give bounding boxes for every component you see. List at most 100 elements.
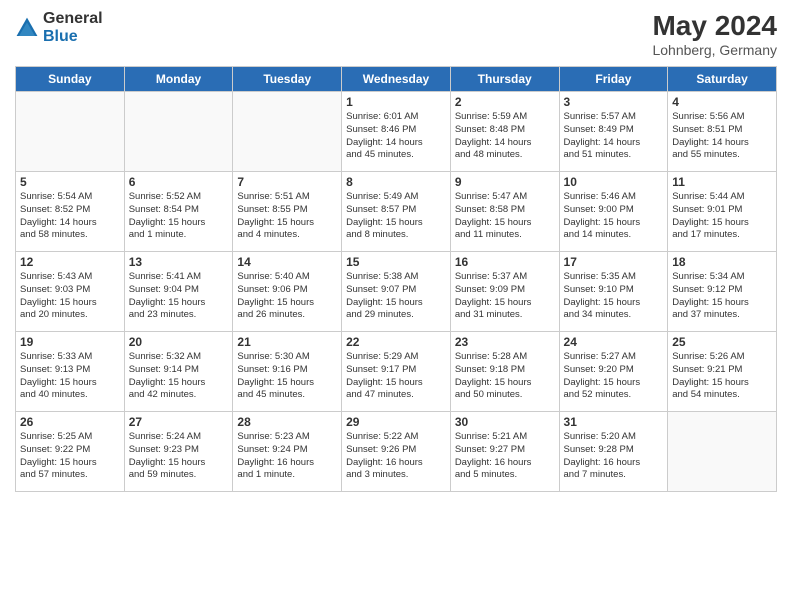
day-number: 12: [20, 255, 120, 269]
calendar-cell: 31 Sunrise: 5:20 AMSunset: 9:28 PMDayligh…: [559, 412, 668, 492]
day-number: 14: [237, 255, 337, 269]
day-info: Sunrise: 5:28 AMSunset: 9:18 PMDaylight:…: [455, 351, 555, 402]
calendar-week-row: 5Sunrise: 5:54 AMSunset: 8:52 PMDaylight…: [16, 172, 777, 252]
location: Lohnberg, Germany: [652, 42, 777, 58]
day-number: 16: [455, 255, 555, 269]
day-info: Sunrise: 5:41 AMSunset: 9:04 PMDaylight:…: [129, 271, 229, 322]
day-number: 2: [455, 95, 555, 109]
calendar-cell: 28 Sunrise: 5:23 AMSunset: 9:24 PMDayligh…: [233, 412, 342, 492]
calendar-cell: 21Sunrise: 5:30 AMSunset: 9:16 PMDayligh…: [233, 332, 342, 412]
day-info: Sunrise: 5:23 AMSunset: 9:24 PMDaylight:…: [237, 431, 337, 482]
day-info: Sunrise: 5:20 AMSunset: 9:28 PMDaylight:…: [564, 431, 664, 482]
day-info: Sunrise: 6:01 AMSunset: 8:46 PMDaylight:…: [346, 111, 446, 162]
day-number: 31: [564, 415, 664, 429]
logo: General Blue: [15, 10, 103, 45]
day-number: 29: [346, 415, 446, 429]
day-info: Sunrise: 5:43 AMSunset: 9:03 PMDaylight:…: [20, 271, 120, 322]
calendar-cell: 15Sunrise: 5:38 AMSunset: 9:07 PMDayligh…: [342, 252, 451, 332]
calendar-cell: 12 Sunrise: 5:43 AMSunset: 9:03 PMDayligh…: [16, 252, 125, 332]
calendar-cell: 14 Sunrise: 5:40 AMSunset: 9:06 PMDayligh…: [233, 252, 342, 332]
day-info: Sunrise: 5:56 AMSunset: 8:51 PMDaylight:…: [672, 111, 772, 162]
day-info: Sunrise: 5:47 AMSunset: 8:58 PMDaylight:…: [455, 191, 555, 242]
calendar-cell: [124, 92, 233, 172]
calendar-cell: 5Sunrise: 5:54 AMSunset: 8:52 PMDaylight…: [16, 172, 125, 252]
calendar-cell: 24 Sunrise: 5:27 AMSunset: 9:20 PMDayligh…: [559, 332, 668, 412]
calendar-cell: 19Sunrise: 5:33 AMSunset: 9:13 PMDayligh…: [16, 332, 125, 412]
day-info: Sunrise: 5:27 AMSunset: 9:20 PMDaylight:…: [564, 351, 664, 402]
weekday-header-friday: Friday: [559, 67, 668, 92]
calendar-week-row: 1 Sunrise: 6:01 AMSunset: 8:46 PMDaylight…: [16, 92, 777, 172]
calendar-cell: [16, 92, 125, 172]
day-number: 7: [237, 175, 337, 189]
day-info: Sunrise: 5:49 AMSunset: 8:57 PMDaylight:…: [346, 191, 446, 242]
calendar-cell: 8 Sunrise: 5:49 AMSunset: 8:57 PMDaylight…: [342, 172, 451, 252]
calendar-cell: 23 Sunrise: 5:28 AMSunset: 9:18 PMDayligh…: [450, 332, 559, 412]
day-number: 9: [455, 175, 555, 189]
day-number: 25: [672, 335, 772, 349]
day-info: Sunrise: 5:52 AMSunset: 8:54 PMDaylight:…: [129, 191, 229, 242]
day-number: 28: [237, 415, 337, 429]
day-info: Sunrise: 5:22 AMSunset: 9:26 PMDaylight:…: [346, 431, 446, 482]
day-number: 20: [129, 335, 229, 349]
day-info: Sunrise: 5:34 AMSunset: 9:12 PMDaylight:…: [672, 271, 772, 322]
calendar-week-row: 26 Sunrise: 5:25 AMSunset: 9:22 PMDayligh…: [16, 412, 777, 492]
day-info: Sunrise: 5:26 AMSunset: 9:21 PMDaylight:…: [672, 351, 772, 402]
day-info: Sunrise: 5:30 AMSunset: 9:16 PMDaylight:…: [237, 351, 337, 402]
calendar-page: General Blue May 2024 Lohnberg, Germany …: [0, 0, 792, 612]
day-number: 11: [672, 175, 772, 189]
day-info: Sunrise: 5:33 AMSunset: 9:13 PMDaylight:…: [20, 351, 120, 402]
day-info: Sunrise: 5:40 AMSunset: 9:06 PMDaylight:…: [237, 271, 337, 322]
calendar-cell: 13 Sunrise: 5:41 AMSunset: 9:04 PMDayligh…: [124, 252, 233, 332]
day-number: 4: [672, 95, 772, 109]
calendar-cell: 17 Sunrise: 5:35 AMSunset: 9:10 PMDayligh…: [559, 252, 668, 332]
day-number: 5: [20, 175, 120, 189]
day-number: 27: [129, 415, 229, 429]
logo-icon: [15, 16, 39, 40]
day-number: 26: [20, 415, 120, 429]
day-info: Sunrise: 5:21 AMSunset: 9:27 PMDaylight:…: [455, 431, 555, 482]
weekday-header-saturday: Saturday: [668, 67, 777, 92]
day-number: 10: [564, 175, 664, 189]
calendar-cell: 26 Sunrise: 5:25 AMSunset: 9:22 PMDayligh…: [16, 412, 125, 492]
day-number: 1: [346, 95, 446, 109]
day-number: 13: [129, 255, 229, 269]
calendar-cell: [668, 412, 777, 492]
day-info: Sunrise: 5:46 AMSunset: 9:00 PMDaylight:…: [564, 191, 664, 242]
calendar-cell: 27 Sunrise: 5:24 AMSunset: 9:23 PMDayligh…: [124, 412, 233, 492]
day-number: 24: [564, 335, 664, 349]
day-number: 8: [346, 175, 446, 189]
calendar-week-row: 12 Sunrise: 5:43 AMSunset: 9:03 PMDayligh…: [16, 252, 777, 332]
calendar-cell: [233, 92, 342, 172]
month-year: May 2024: [652, 10, 777, 42]
logo-general: General: [43, 10, 103, 27]
day-info: Sunrise: 5:44 AMSunset: 9:01 PMDaylight:…: [672, 191, 772, 242]
header: General Blue May 2024 Lohnberg, Germany: [15, 10, 777, 58]
calendar-cell: 7Sunrise: 5:51 AMSunset: 8:55 PMDaylight…: [233, 172, 342, 252]
day-info: Sunrise: 5:35 AMSunset: 9:10 PMDaylight:…: [564, 271, 664, 322]
calendar-cell: 1 Sunrise: 6:01 AMSunset: 8:46 PMDaylight…: [342, 92, 451, 172]
weekday-header-thursday: Thursday: [450, 67, 559, 92]
day-number: 17: [564, 255, 664, 269]
weekday-header-row: SundayMondayTuesdayWednesdayThursdayFrid…: [16, 67, 777, 92]
day-info: Sunrise: 5:24 AMSunset: 9:23 PMDaylight:…: [129, 431, 229, 482]
calendar-week-row: 19Sunrise: 5:33 AMSunset: 9:13 PMDayligh…: [16, 332, 777, 412]
calendar-cell: 30 Sunrise: 5:21 AMSunset: 9:27 PMDayligh…: [450, 412, 559, 492]
day-info: Sunrise: 5:57 AMSunset: 8:49 PMDaylight:…: [564, 111, 664, 162]
calendar-cell: 18Sunrise: 5:34 AMSunset: 9:12 PMDayligh…: [668, 252, 777, 332]
calendar-cell: 16 Sunrise: 5:37 AMSunset: 9:09 PMDayligh…: [450, 252, 559, 332]
calendar-cell: 9 Sunrise: 5:47 AMSunset: 8:58 PMDaylight…: [450, 172, 559, 252]
day-number: 30: [455, 415, 555, 429]
day-number: 6: [129, 175, 229, 189]
day-number: 22: [346, 335, 446, 349]
day-info: Sunrise: 5:37 AMSunset: 9:09 PMDaylight:…: [455, 271, 555, 322]
day-info: Sunrise: 5:25 AMSunset: 9:22 PMDaylight:…: [20, 431, 120, 482]
weekday-header-monday: Monday: [124, 67, 233, 92]
logo-blue: Blue: [43, 28, 78, 45]
calendar-cell: 10 Sunrise: 5:46 AMSunset: 9:00 PMDayligh…: [559, 172, 668, 252]
day-info: Sunrise: 5:29 AMSunset: 9:17 PMDaylight:…: [346, 351, 446, 402]
day-info: Sunrise: 5:59 AMSunset: 8:48 PMDaylight:…: [455, 111, 555, 162]
day-info: Sunrise: 5:32 AMSunset: 9:14 PMDaylight:…: [129, 351, 229, 402]
calendar-cell: 4 Sunrise: 5:56 AMSunset: 8:51 PMDaylight…: [668, 92, 777, 172]
day-number: 23: [455, 335, 555, 349]
day-info: Sunrise: 5:38 AMSunset: 9:07 PMDaylight:…: [346, 271, 446, 322]
